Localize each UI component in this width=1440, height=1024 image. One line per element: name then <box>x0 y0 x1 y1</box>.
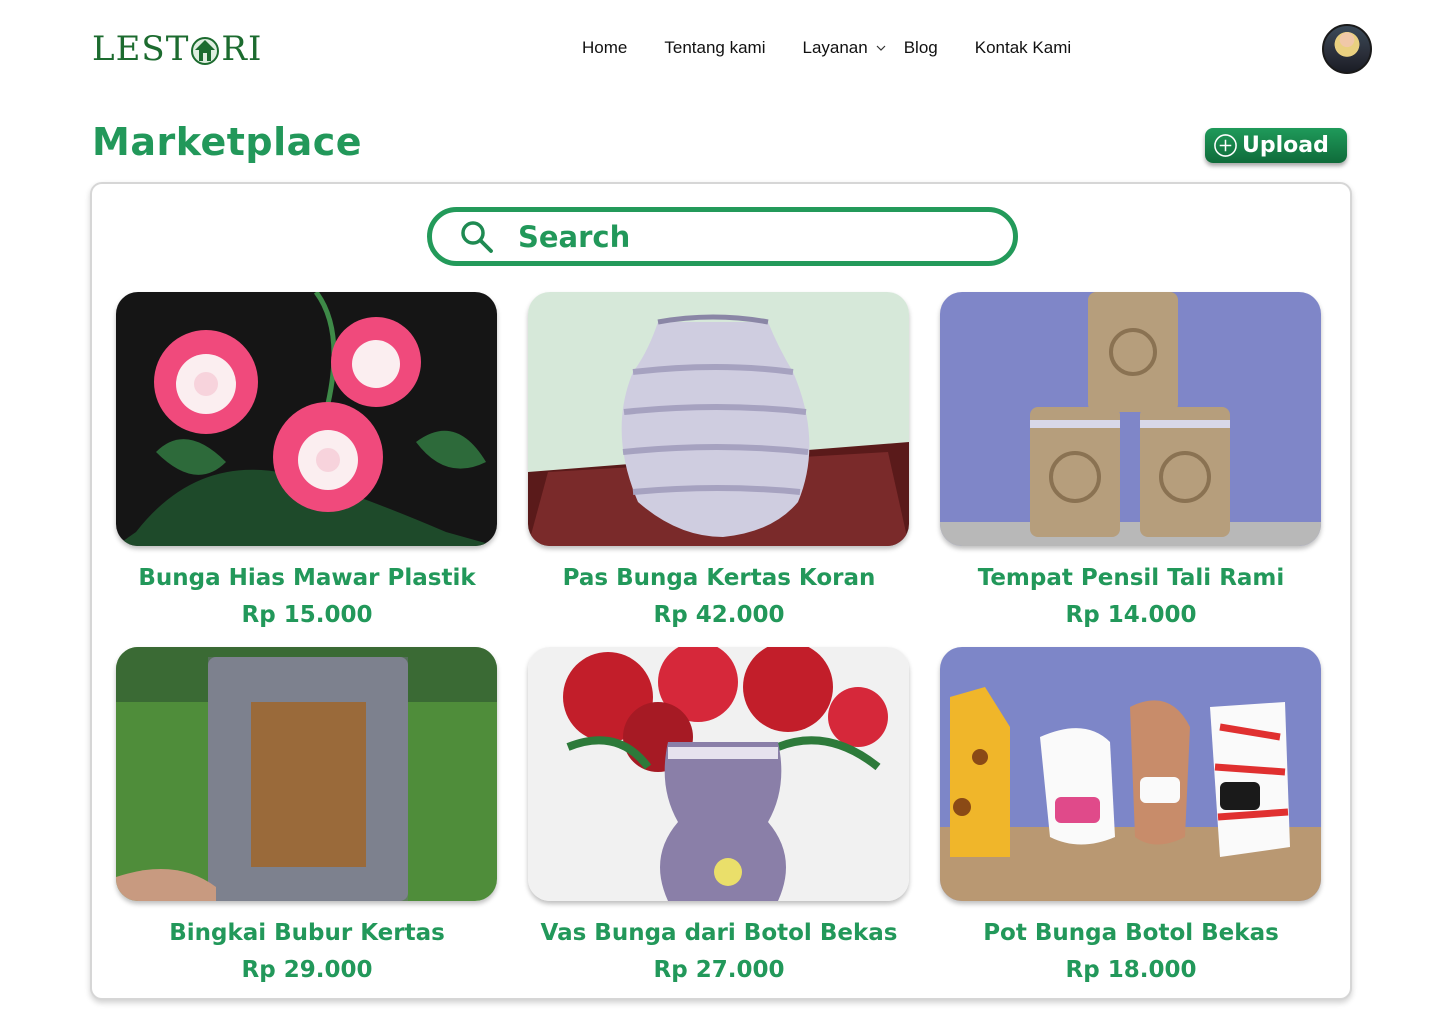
product-price: Rp 27.000 <box>653 957 785 983</box>
chevron-down-icon <box>876 45 886 51</box>
marketplace-panel: Bunga Hias Mawar Plastik Rp 15.000 Pas B… <box>90 182 1352 1000</box>
product-image <box>116 647 497 901</box>
logo-text-right: RI <box>221 29 263 69</box>
product-price: Rp 29.000 <box>241 957 373 983</box>
nav-kontak-kami-label: Kontak Kami <box>974 38 1072 57</box>
product-name: Bingkai Bubur Kertas <box>169 920 445 946</box>
product-image <box>940 292 1321 546</box>
product-price: Rp 14.000 <box>1065 602 1197 628</box>
product-name: Pas Bunga Kertas Koran <box>562 565 876 591</box>
product-price: Rp 42.000 <box>653 602 785 628</box>
nav-tentang-kami[interactable]: Tentang kami <box>664 38 765 58</box>
product-card[interactable]: Bunga Hias Mawar Plastik Rp 15.000 <box>116 292 498 628</box>
product-card[interactable]: Vas Bunga dari Botol Bekas Rp 27.000 <box>528 647 910 983</box>
search-icon <box>461 220 493 253</box>
search-bar[interactable] <box>427 207 1018 266</box>
product-name: Vas Bunga dari Botol Bekas <box>540 920 898 946</box>
nav-blog-label: Blog <box>903 38 938 57</box>
product-image <box>528 647 909 901</box>
product-card[interactable]: Tempat Pensil Tali Rami Rp 14.000 <box>940 292 1322 628</box>
product-image <box>528 292 909 546</box>
brand-logo[interactable]: LEST RI <box>92 28 262 70</box>
nav-layanan-label: Layanan <box>802 38 868 57</box>
nav-home[interactable]: Home <box>582 38 627 58</box>
product-name: Tempat Pensil Tali Rami <box>977 565 1285 591</box>
product-name: Pot Bunga Botol Bekas <box>983 920 1279 946</box>
page-title: Marketplace <box>92 120 363 164</box>
product-image <box>940 647 1321 901</box>
upload-button[interactable]: Upload <box>1205 128 1347 163</box>
nav-home-label: Home <box>582 38 628 57</box>
product-price: Rp 15.000 <box>241 602 373 628</box>
product-image <box>116 292 497 546</box>
upload-button-label: Upload <box>1242 133 1329 158</box>
search-input[interactable] <box>518 219 958 254</box>
nav-layanan[interactable]: Layanan <box>802 38 886 58</box>
product-name: Bunga Hias Mawar Plastik <box>138 565 476 591</box>
nav-tentang-kami-label: Tentang kami <box>664 38 766 57</box>
logo-house-icon <box>191 37 220 65</box>
nav-blog[interactable]: Blog <box>904 38 938 58</box>
user-avatar[interactable] <box>1322 24 1372 74</box>
logo-text-left: LEST <box>92 29 190 69</box>
product-price: Rp 18.000 <box>1065 957 1197 983</box>
nav-kontak-kami[interactable]: Kontak Kami <box>975 38 1071 58</box>
product-card[interactable]: Pot Bunga Botol Bekas Rp 18.000 <box>940 647 1322 983</box>
product-card[interactable]: Bingkai Bubur Kertas Rp 29.000 <box>116 647 498 983</box>
product-card[interactable]: Pas Bunga Kertas Koran Rp 42.000 <box>528 292 910 628</box>
main-nav: Home Tentang kami Layanan Blog Kontak Ka… <box>582 38 1108 58</box>
plus-circle-icon <box>1214 134 1237 157</box>
